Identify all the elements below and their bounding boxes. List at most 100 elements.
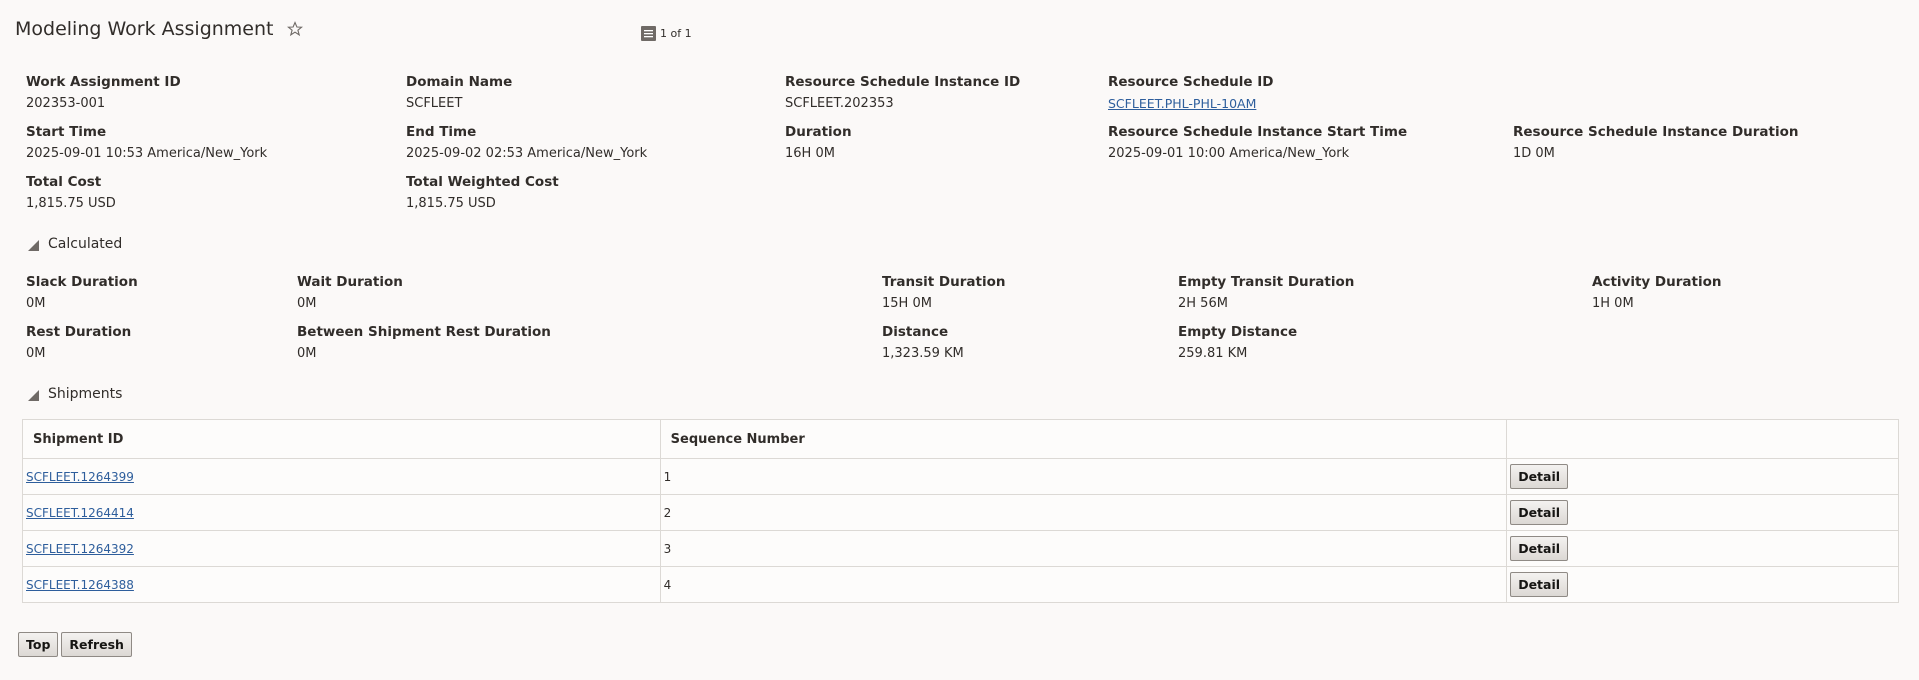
footer-buttons: Top Refresh — [18, 632, 132, 657]
sequence-cell: 1 — [659, 458, 1508, 495]
calculated-section-header[interactable]: Calculated — [28, 236, 122, 252]
field-label: Resource Schedule Instance ID — [785, 74, 1021, 90]
field-transit-duration: Transit Duration 15H 0M — [882, 274, 1005, 312]
column-header-actions — [1506, 419, 1899, 459]
shipment-id-cell: SCFLEET.1264392 — [22, 530, 661, 567]
field-value: 259.81 KM — [1178, 346, 1248, 361]
detail-button[interactable]: Detail — [1510, 572, 1569, 597]
resource-schedule-id-link[interactable]: SCFLEET.PHL-PHL-10AM — [1108, 95, 1256, 112]
list-icon[interactable] — [641, 26, 656, 41]
actions-cell: Detail — [1506, 530, 1899, 567]
shipments-table: Shipment ID Sequence Number SCFLEET.1264… — [22, 419, 1899, 603]
field-total-cost: Total Cost 1,815.75 USD — [26, 174, 116, 212]
triangle-collapse-icon[interactable] — [28, 239, 39, 251]
field-label: Activity Duration — [1592, 274, 1722, 290]
shipment-id-link[interactable]: SCFLEET.1264388 — [26, 578, 134, 592]
field-value: 202353-001 — [26, 96, 106, 111]
table-row: SCFLEET.1264414 2 Detail — [22, 494, 1899, 531]
field-value: SCFLEET.202353 — [785, 96, 894, 111]
field-label: Duration — [785, 124, 852, 140]
field-label: Resource Schedule Instance Start Time — [1108, 124, 1408, 140]
column-header-sequence-number[interactable]: Sequence Number — [659, 419, 1508, 459]
field-label: Wait Duration — [297, 274, 403, 290]
shipment-id-cell: SCFLEET.1264414 — [22, 494, 661, 531]
field-wait-duration: Wait Duration 0M — [297, 274, 403, 312]
field-value: 15H 0M — [882, 296, 932, 311]
top-button[interactable]: Top — [18, 632, 59, 657]
field-value: 0M — [26, 346, 46, 361]
sequence-cell: 4 — [659, 566, 1508, 603]
sequence-cell: 2 — [659, 494, 1508, 531]
field-rsi-duration: Resource Schedule Instance Duration 1D 0… — [1513, 124, 1799, 162]
field-resource-schedule-id: Resource Schedule ID SCFLEET.PHL-PHL-10A… — [1108, 74, 1273, 112]
actions-cell: Detail — [1506, 566, 1899, 603]
detail-button[interactable]: Detail — [1510, 536, 1569, 561]
field-label: Empty Transit Duration — [1178, 274, 1355, 290]
field-duration: Duration 16H 0M — [785, 124, 852, 162]
section-title: Calculated — [48, 236, 123, 252]
field-value: 2025-09-02 02:53 America/New_York — [406, 146, 648, 161]
shipment-id-link[interactable]: SCFLEET.1264392 — [26, 542, 134, 556]
refresh-button[interactable]: Refresh — [61, 632, 132, 657]
field-end-time: End Time 2025-09-02 02:53 America/New_Yo… — [406, 124, 647, 162]
field-label: Resource Schedule Instance Duration — [1513, 124, 1799, 140]
triangle-collapse-icon[interactable] — [28, 389, 39, 401]
field-domain-name: Domain Name SCFLEET — [406, 74, 512, 112]
field-value: 2H 56M — [1178, 296, 1228, 311]
field-value: 0M — [26, 296, 46, 311]
modeling-work-assignment-page: Modeling Work Assignment 1 of 1 Work Ass… — [0, 0, 1919, 680]
table-row: SCFLEET.1264399 1 Detail — [22, 458, 1899, 495]
field-value: 0M — [297, 346, 317, 361]
field-label: Empty Distance — [1178, 324, 1298, 340]
field-distance: Distance 1,323.59 KM — [882, 324, 964, 362]
page-title: Modeling Work Assignment — [15, 18, 274, 40]
field-value: SCFLEET — [406, 96, 463, 111]
column-header-shipment-id[interactable]: Shipment ID — [22, 419, 661, 459]
field-label: Distance — [882, 324, 949, 340]
field-resource-schedule-instance-id: Resource Schedule Instance ID SCFLEET.20… — [785, 74, 1020, 112]
field-label: Start Time — [26, 124, 107, 140]
field-empty-distance: Empty Distance 259.81 KM — [1178, 324, 1297, 362]
field-slack-duration: Slack Duration 0M — [26, 274, 138, 312]
field-label: Total Cost — [26, 174, 102, 190]
shipment-id-cell: SCFLEET.1264388 — [22, 566, 661, 603]
field-label: Resource Schedule ID — [1108, 74, 1274, 90]
field-label: Work Assignment ID — [26, 74, 181, 90]
table-header-row: Shipment ID Sequence Number — [22, 419, 1899, 459]
shipment-id-link[interactable]: SCFLEET.1264414 — [26, 506, 134, 520]
field-label: Slack Duration — [26, 274, 138, 290]
pager-text: 1 of 1 — [660, 27, 692, 40]
field-value: 1H 0M — [1592, 296, 1634, 311]
field-label: Between Shipment Rest Duration — [297, 324, 551, 340]
record-pager: 1 of 1 — [641, 26, 692, 41]
shipments-section-header[interactable]: Shipments — [28, 386, 122, 402]
field-rest-duration: Rest Duration 0M — [26, 324, 131, 362]
field-total-weighted-cost: Total Weighted Cost 1,815.75 USD — [406, 174, 559, 212]
table-row: SCFLEET.1264388 4 Detail — [22, 566, 1899, 603]
field-between-shipment-rest-duration: Between Shipment Rest Duration 0M — [297, 324, 551, 362]
field-value: 16H 0M — [785, 146, 835, 161]
field-value: 1,323.59 KM — [882, 346, 964, 361]
actions-cell: Detail — [1506, 458, 1899, 495]
star-icon[interactable] — [286, 21, 303, 37]
field-label: Total Weighted Cost — [406, 174, 559, 190]
field-label: Transit Duration — [882, 274, 1006, 290]
actions-cell: Detail — [1506, 494, 1899, 531]
field-label: Rest Duration — [26, 324, 132, 340]
section-title: Shipments — [48, 386, 123, 402]
field-rsi-start-time: Resource Schedule Instance Start Time 20… — [1108, 124, 1407, 162]
field-value: 0M — [297, 296, 317, 311]
field-start-time: Start Time 2025-09-01 10:53 America/New_… — [26, 124, 267, 162]
field-work-assignment-id: Work Assignment ID 202353-001 — [26, 74, 181, 112]
field-empty-transit-duration: Empty Transit Duration 2H 56M — [1178, 274, 1354, 312]
field-value: 2025-09-01 10:53 America/New_York — [26, 146, 268, 161]
sequence-cell: 3 — [659, 530, 1508, 567]
detail-button[interactable]: Detail — [1510, 464, 1569, 489]
field-activity-duration: Activity Duration 1H 0M — [1592, 274, 1721, 312]
field-label: End Time — [406, 124, 477, 140]
field-value: 2025-09-01 10:00 America/New_York — [1108, 146, 1350, 161]
shipment-id-link[interactable]: SCFLEET.1264399 — [26, 470, 134, 484]
field-value: 1,815.75 USD — [26, 196, 116, 211]
detail-button[interactable]: Detail — [1510, 500, 1569, 525]
field-value: 1,815.75 USD — [406, 196, 496, 211]
